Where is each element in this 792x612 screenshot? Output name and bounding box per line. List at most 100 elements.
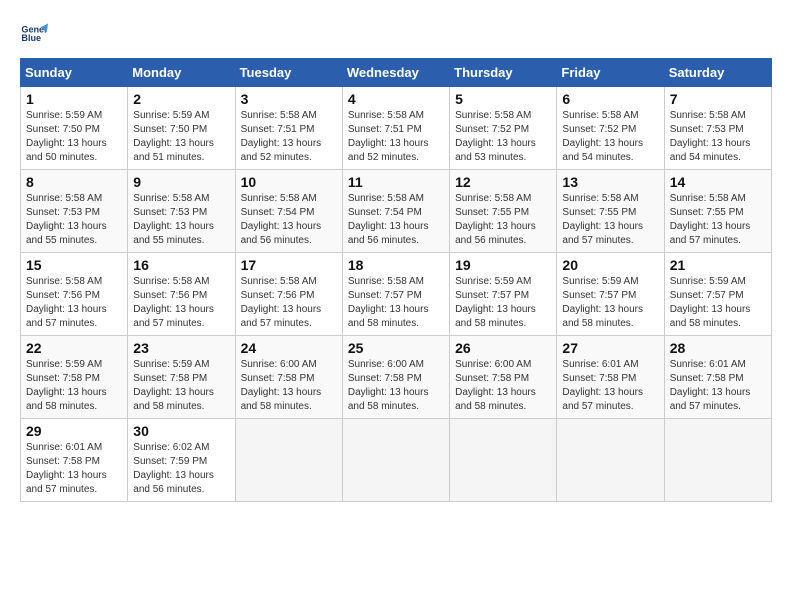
day-number: 19	[455, 257, 551, 273]
day-number: 18	[348, 257, 444, 273]
day-number: 2	[133, 91, 229, 107]
day-info: Sunrise: 5:58 AM Sunset: 7:55 PM Dayligh…	[455, 192, 551, 248]
day-number: 4	[348, 91, 444, 107]
calendar-week-row: 1 Sunrise: 5:59 AM Sunset: 7:50 PM Daylig…	[21, 87, 772, 170]
calendar-cell: 19 Sunrise: 5:59 AM Sunset: 7:57 PM Dayli…	[450, 253, 557, 336]
day-info: Sunrise: 5:58 AM Sunset: 7:51 PM Dayligh…	[348, 109, 444, 165]
day-number: 14	[670, 174, 766, 190]
day-number: 7	[670, 91, 766, 107]
day-info: Sunrise: 6:01 AM Sunset: 7:58 PM Dayligh…	[562, 358, 658, 414]
day-info: Sunrise: 5:59 AM Sunset: 7:58 PM Dayligh…	[26, 358, 122, 414]
day-info: Sunrise: 5:59 AM Sunset: 7:57 PM Dayligh…	[455, 275, 551, 331]
weekday-header-wednesday: Wednesday	[342, 59, 449, 87]
day-number: 5	[455, 91, 551, 107]
day-info: Sunrise: 5:58 AM Sunset: 7:57 PM Dayligh…	[348, 275, 444, 331]
weekday-header-sunday: Sunday	[21, 59, 128, 87]
calendar-cell: 29 Sunrise: 6:01 AM Sunset: 7:58 PM Dayli…	[21, 419, 128, 502]
day-number: 30	[133, 423, 229, 439]
weekday-header-friday: Friday	[557, 59, 664, 87]
calendar-cell: 13Sunrise: 5:58 AM Sunset: 7:55 PM Dayli…	[557, 170, 664, 253]
calendar-cell	[557, 419, 664, 502]
day-info: Sunrise: 5:59 AM Sunset: 7:57 PM Dayligh…	[562, 275, 658, 331]
calendar-cell: 23 Sunrise: 5:59 AM Sunset: 7:58 PM Dayli…	[128, 336, 235, 419]
logo: General Blue	[20, 20, 48, 48]
calendar-cell: 5 Sunrise: 5:58 AM Sunset: 7:52 PM Daylig…	[450, 87, 557, 170]
day-number: 3	[241, 91, 337, 107]
calendar-cell: 30 Sunrise: 6:02 AM Sunset: 7:59 PM Dayli…	[128, 419, 235, 502]
day-number: 21	[670, 257, 766, 273]
day-number: 9	[133, 174, 229, 190]
calendar-cell: 17Sunrise: 5:58 AM Sunset: 7:56 PM Dayli…	[235, 253, 342, 336]
day-info: Sunrise: 5:58 AM Sunset: 7:53 PM Dayligh…	[26, 192, 122, 248]
day-number: 12	[455, 174, 551, 190]
calendar-cell: 18 Sunrise: 5:58 AM Sunset: 7:57 PM Dayli…	[342, 253, 449, 336]
day-info: Sunrise: 5:58 AM Sunset: 7:53 PM Dayligh…	[133, 192, 229, 248]
day-info: Sunrise: 5:58 AM Sunset: 7:53 PM Dayligh…	[670, 109, 766, 165]
day-info: Sunrise: 5:58 AM Sunset: 7:54 PM Dayligh…	[241, 192, 337, 248]
calendar-cell: 25 Sunrise: 6:00 AM Sunset: 7:58 PM Dayli…	[342, 336, 449, 419]
calendar-cell: 11 Sunrise: 5:58 AM Sunset: 7:54 PM Dayli…	[342, 170, 449, 253]
calendar-week-row: 8 Sunrise: 5:58 AM Sunset: 7:53 PM Daylig…	[21, 170, 772, 253]
calendar-week-row: 22Sunrise: 5:59 AM Sunset: 7:58 PM Dayli…	[21, 336, 772, 419]
calendar-cell	[450, 419, 557, 502]
day-number: 25	[348, 340, 444, 356]
day-info: Sunrise: 6:01 AM Sunset: 7:58 PM Dayligh…	[670, 358, 766, 414]
calendar-cell	[235, 419, 342, 502]
calendar-cell: 26 Sunrise: 6:00 AM Sunset: 7:58 PM Dayli…	[450, 336, 557, 419]
day-info: Sunrise: 5:58 AM Sunset: 7:52 PM Dayligh…	[562, 109, 658, 165]
calendar-cell: 9 Sunrise: 5:58 AM Sunset: 7:53 PM Daylig…	[128, 170, 235, 253]
calendar-cell: 3 Sunrise: 5:58 AM Sunset: 7:51 PM Daylig…	[235, 87, 342, 170]
calendar-cell: 6Sunrise: 5:58 AM Sunset: 7:52 PM Daylig…	[557, 87, 664, 170]
day-number: 8	[26, 174, 122, 190]
calendar-cell: 1 Sunrise: 5:59 AM Sunset: 7:50 PM Daylig…	[21, 87, 128, 170]
day-number: 29	[26, 423, 122, 439]
day-number: 23	[133, 340, 229, 356]
day-number: 20	[562, 257, 658, 273]
day-number: 10	[241, 174, 337, 190]
calendar-cell: 15 Sunrise: 5:58 AM Sunset: 7:56 PM Dayli…	[21, 253, 128, 336]
calendar-cell	[342, 419, 449, 502]
calendar-week-row: 29 Sunrise: 6:01 AM Sunset: 7:58 PM Dayli…	[21, 419, 772, 502]
weekday-header-tuesday: Tuesday	[235, 59, 342, 87]
calendar-cell: 21Sunrise: 5:59 AM Sunset: 7:57 PM Dayli…	[664, 253, 771, 336]
calendar-cell: 14Sunrise: 5:58 AM Sunset: 7:55 PM Dayli…	[664, 170, 771, 253]
day-info: Sunrise: 6:01 AM Sunset: 7:58 PM Dayligh…	[26, 441, 122, 497]
day-info: Sunrise: 6:00 AM Sunset: 7:58 PM Dayligh…	[348, 358, 444, 414]
day-info: Sunrise: 5:58 AM Sunset: 7:54 PM Dayligh…	[348, 192, 444, 248]
weekday-header-saturday: Saturday	[664, 59, 771, 87]
weekday-header-monday: Monday	[128, 59, 235, 87]
day-info: Sunrise: 5:58 AM Sunset: 7:56 PM Dayligh…	[241, 275, 337, 331]
calendar-cell: 27 Sunrise: 6:01 AM Sunset: 7:58 PM Dayli…	[557, 336, 664, 419]
day-info: Sunrise: 5:58 AM Sunset: 7:56 PM Dayligh…	[26, 275, 122, 331]
calendar-cell: 20 Sunrise: 5:59 AM Sunset: 7:57 PM Dayli…	[557, 253, 664, 336]
day-info: Sunrise: 6:00 AM Sunset: 7:58 PM Dayligh…	[455, 358, 551, 414]
day-number: 27	[562, 340, 658, 356]
calendar-cell: 28 Sunrise: 6:01 AM Sunset: 7:58 PM Dayli…	[664, 336, 771, 419]
calendar-week-row: 15 Sunrise: 5:58 AM Sunset: 7:56 PM Dayli…	[21, 253, 772, 336]
day-info: Sunrise: 5:59 AM Sunset: 7:50 PM Dayligh…	[133, 109, 229, 165]
day-info: Sunrise: 5:59 AM Sunset: 7:50 PM Dayligh…	[26, 109, 122, 165]
calendar-cell: 10 Sunrise: 5:58 AM Sunset: 7:54 PM Dayli…	[235, 170, 342, 253]
day-number: 26	[455, 340, 551, 356]
calendar-cell: 24 Sunrise: 6:00 AM Sunset: 7:58 PM Dayli…	[235, 336, 342, 419]
day-number: 24	[241, 340, 337, 356]
page-header: General Blue	[20, 20, 772, 48]
day-number: 11	[348, 174, 444, 190]
day-info: Sunrise: 6:00 AM Sunset: 7:58 PM Dayligh…	[241, 358, 337, 414]
day-info: Sunrise: 5:59 AM Sunset: 7:58 PM Dayligh…	[133, 358, 229, 414]
calendar-cell	[664, 419, 771, 502]
calendar-cell: 8 Sunrise: 5:58 AM Sunset: 7:53 PM Daylig…	[21, 170, 128, 253]
calendar-cell: 2 Sunrise: 5:59 AM Sunset: 7:50 PM Daylig…	[128, 87, 235, 170]
day-info: Sunrise: 5:58 AM Sunset: 7:52 PM Dayligh…	[455, 109, 551, 165]
day-info: Sunrise: 6:02 AM Sunset: 7:59 PM Dayligh…	[133, 441, 229, 497]
day-info: Sunrise: 5:58 AM Sunset: 7:56 PM Dayligh…	[133, 275, 229, 331]
day-number: 15	[26, 257, 122, 273]
logo-icon: General Blue	[20, 20, 48, 48]
day-info: Sunrise: 5:58 AM Sunset: 7:51 PM Dayligh…	[241, 109, 337, 165]
day-number: 1	[26, 91, 122, 107]
day-number: 28	[670, 340, 766, 356]
calendar-cell: 22Sunrise: 5:59 AM Sunset: 7:58 PM Dayli…	[21, 336, 128, 419]
weekday-header-row: SundayMondayTuesdayWednesdayThursdayFrid…	[21, 59, 772, 87]
day-number: 16	[133, 257, 229, 273]
weekday-header-thursday: Thursday	[450, 59, 557, 87]
